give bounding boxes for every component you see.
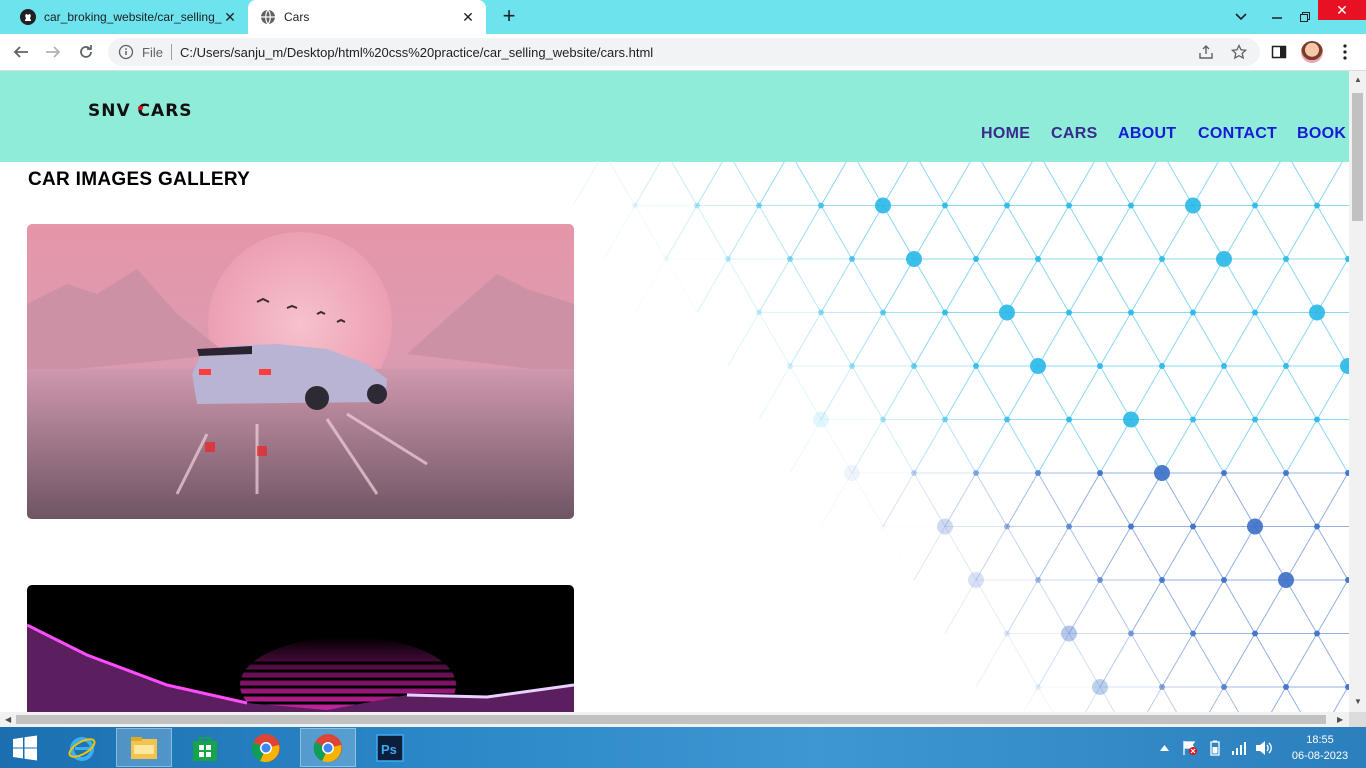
new-tab-button[interactable]: + — [498, 5, 520, 28]
scroll-right-arrow-icon[interactable]: ▶ — [1337, 716, 1343, 724]
divider — [170, 44, 172, 60]
gallery-title: CAR IMAGES GALLERY — [28, 169, 251, 190]
logo-text-rest: ARS — [151, 101, 193, 121]
profile-avatar[interactable] — [1301, 41, 1323, 63]
nav-home-link[interactable]: HOME — [981, 125, 1030, 143]
tab-title: Cars — [284, 10, 310, 24]
show-hidden-icons-chevron-up-icon[interactable] — [1160, 727, 1169, 768]
info-icon[interactable] — [118, 44, 134, 60]
logo-c-text: C — [137, 101, 152, 121]
scrollbar-corner — [1349, 712, 1366, 727]
browser-toolbar: File C:/Users/sanju_m/Desktop/html%20css… — [0, 34, 1366, 71]
reload-icon[interactable] — [75, 41, 97, 63]
scroll-down-arrow-icon[interactable]: ▼ — [1354, 698, 1362, 706]
tab-strip: car_broking_website/car_selling_ ✕ Cars … — [0, 0, 1366, 34]
action-center-flag-icon[interactable] — [1182, 727, 1198, 768]
side-panel-icon[interactable] — [1268, 41, 1290, 63]
windows-store-icon[interactable] — [177, 728, 233, 767]
page-viewport: SNV CARS HOME CARS ABOUT CONTACT BOOK CA… — [0, 71, 1349, 712]
tab-title: car_broking_website/car_selling_ — [44, 10, 222, 24]
nav-about-link[interactable]: ABOUT — [1118, 125, 1176, 143]
battery-icon[interactable] — [1207, 727, 1223, 768]
minimize-button[interactable] — [1262, 0, 1292, 34]
taskbar: Ps 18:55 06-08-2023 — [0, 727, 1366, 768]
bookmark-star-icon[interactable] — [1231, 38, 1247, 66]
chrome-icon[interactable] — [300, 728, 356, 767]
clock-time: 18:55 — [1306, 734, 1334, 746]
nav-book-link[interactable]: BOOK — [1297, 125, 1346, 143]
internet-explorer-icon[interactable] — [54, 728, 110, 767]
site-header: SNV CARS HOME CARS ABOUT CONTACT BOOK — [0, 71, 1349, 162]
more-menu-icon[interactable] — [1334, 41, 1356, 63]
forward-arrow-icon[interactable] — [42, 41, 64, 63]
scroll-up-arrow-icon[interactable]: ▲ — [1354, 76, 1362, 84]
globe-icon — [261, 9, 275, 25]
scroll-left-arrow-icon[interactable]: ◀ — [5, 716, 11, 724]
network-signal-icon[interactable] — [1231, 727, 1247, 768]
horizontal-scroll-thumb[interactable] — [16, 715, 1326, 724]
github-icon — [20, 9, 36, 25]
tab-search-chevron-down-icon[interactable] — [1226, 0, 1256, 34]
horizontal-scrollbar[interactable]: ◀ ▶ — [0, 712, 1349, 727]
restore-button[interactable] — [1290, 0, 1320, 34]
clock-date: 06-08-2023 — [1291, 750, 1349, 762]
site-logo[interactable]: SNV CARS — [88, 101, 193, 121]
hexagon-network-background — [572, 162, 1349, 712]
svg-text:Ps: Ps — [381, 742, 397, 757]
address-bar[interactable]: File C:/Users/sanju_m/Desktop/html%20css… — [108, 38, 1260, 66]
system-clock[interactable]: 18:55 06-08-2023 — [1290, 732, 1350, 764]
close-window-button[interactable]: ✕ — [1318, 0, 1366, 20]
car-image-synthwave[interactable] — [27, 585, 574, 712]
back-arrow-icon[interactable] — [10, 41, 32, 63]
logo-red-mark — [138, 106, 143, 110]
scheme-label: File — [142, 44, 163, 60]
windows-start-icon[interactable] — [0, 728, 50, 767]
volume-icon[interactable] — [1255, 727, 1273, 768]
photoshop-icon[interactable]: Ps — [362, 728, 418, 767]
chrome-icon[interactable] — [238, 728, 294, 767]
tab-github[interactable]: car_broking_website/car_selling_ ✕ — [8, 0, 248, 34]
tab-close-icon[interactable]: ✕ — [460, 9, 476, 25]
logo-text: SNV — [88, 101, 138, 121]
url-text[interactable]: C:/Users/sanju_m/Desktop/html%20css%20pr… — [180, 45, 1260, 60]
nav-cars-link[interactable]: CARS — [1051, 125, 1098, 143]
tab-cars[interactable]: Cars ✕ — [248, 0, 486, 34]
share-icon[interactable] — [1198, 38, 1214, 66]
nav-contact-link[interactable]: CONTACT — [1198, 125, 1277, 143]
tab-close-icon[interactable]: ✕ — [222, 9, 238, 25]
vertical-scrollbar[interactable]: ▲ ▼ — [1349, 71, 1366, 712]
vertical-scroll-thumb[interactable] — [1352, 93, 1363, 221]
car-image-pink-sunset[interactable] — [27, 224, 574, 519]
file-explorer-icon[interactable] — [116, 728, 172, 767]
